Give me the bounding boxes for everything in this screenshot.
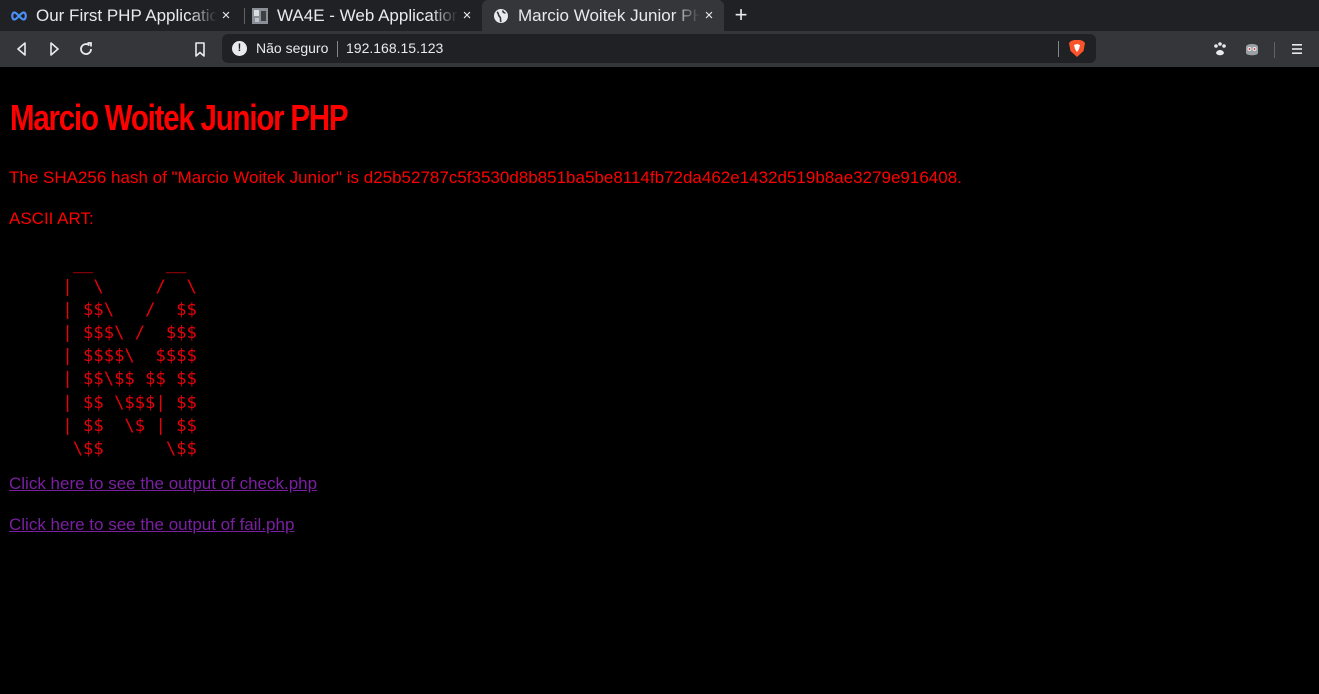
infinity-icon	[10, 7, 28, 25]
toolbar-separator	[1274, 42, 1275, 58]
close-tab-icon[interactable]: ×	[458, 7, 476, 24]
brave-shields-icon[interactable]	[1068, 39, 1086, 58]
globe-icon	[492, 7, 510, 25]
back-button[interactable]	[10, 37, 34, 61]
fail-php-link[interactable]: Click here to see the output of fail.php	[9, 515, 294, 535]
site-thumbnail-icon	[251, 7, 269, 25]
tab-our-first-php-application[interactable]: Our First PHP Application ×	[0, 0, 241, 31]
tab-title: WA4E - Web Applications for Everybody	[277, 5, 458, 25]
tab-strip: Our First PHP Application × WA4E - Web A…	[0, 0, 1319, 31]
hash-text: The SHA256 hash of "Marcio Woitek Junior…	[9, 168, 962, 187]
address-bar[interactable]: ! Não seguro 192.168.15.123	[222, 34, 1096, 63]
page-heading: Marcio Woitek Junior PHP	[10, 97, 349, 138]
browser-toolbar: ! Não seguro 192.168.15.123	[0, 31, 1319, 67]
reload-button[interactable]	[74, 37, 98, 61]
new-tab-button[interactable]: +	[730, 3, 752, 27]
security-status[interactable]: Não seguro	[256, 40, 328, 56]
address-separator	[337, 41, 338, 57]
back-icon	[17, 42, 26, 56]
forward-icon	[50, 42, 59, 56]
hamburger-icon	[1292, 44, 1302, 54]
tab-wa4e[interactable]: WA4E - Web Applications for Everybody ×	[241, 0, 482, 31]
bookmark-button[interactable]	[188, 37, 212, 61]
close-tab-icon[interactable]: ×	[700, 7, 718, 24]
reload-icon	[80, 42, 92, 55]
close-tab-icon[interactable]: ×	[217, 7, 235, 24]
forward-button[interactable]	[42, 37, 66, 61]
extension-face-icon[interactable]	[1240, 37, 1264, 61]
address-separator	[1058, 41, 1059, 57]
url-text[interactable]: 192.168.15.123	[346, 40, 443, 56]
check-php-link[interactable]: Click here to see the output of check.ph…	[9, 474, 317, 494]
tab-marcio-woitek-junior-php[interactable]: Marcio Woitek Junior PHP ×	[482, 0, 724, 31]
tab-title: Our First PHP Application	[36, 5, 217, 25]
ascii-art: __ __ | \ / \ | $$\ / $$ | $$$\ / $$$ | …	[62, 254, 197, 459]
bookmark-icon	[195, 41, 205, 57]
ascii-art-label: ASCII ART:	[9, 209, 94, 228]
menu-button[interactable]	[1285, 37, 1309, 61]
tab-title: Marcio Woitek Junior PHP	[518, 5, 700, 25]
page-content: Marcio Woitek Junior PHP The SHA256 hash…	[0, 67, 1319, 694]
not-secure-icon[interactable]: !	[232, 41, 247, 56]
extension-paw-icon[interactable]	[1208, 37, 1232, 61]
